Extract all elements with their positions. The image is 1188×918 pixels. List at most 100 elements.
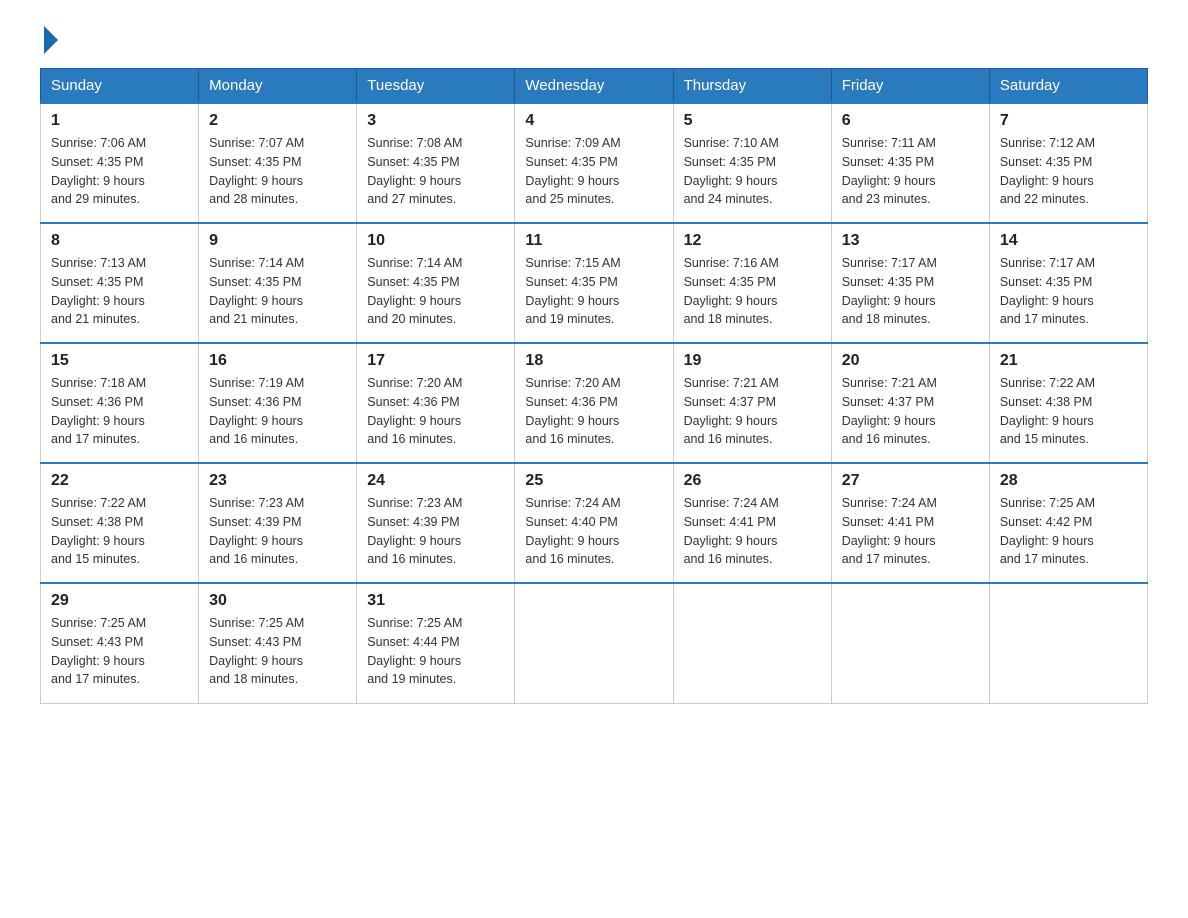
day-info: Sunrise: 7:24 AMSunset: 4:41 PMDaylight:…	[684, 494, 821, 569]
day-info: Sunrise: 7:22 AMSunset: 4:38 PMDaylight:…	[1000, 374, 1137, 449]
day-info: Sunrise: 7:20 AMSunset: 4:36 PMDaylight:…	[367, 374, 504, 449]
day-number: 10	[367, 232, 504, 250]
day-info: Sunrise: 7:22 AMSunset: 4:38 PMDaylight:…	[51, 494, 188, 569]
day-number: 23	[209, 472, 346, 490]
day-info: Sunrise: 7:09 AMSunset: 4:35 PMDaylight:…	[525, 134, 662, 209]
day-number: 21	[1000, 352, 1137, 370]
calendar-day-cell: 27 Sunrise: 7:24 AMSunset: 4:41 PMDayligh…	[831, 463, 989, 583]
calendar-day-cell: 23 Sunrise: 7:23 AMSunset: 4:39 PMDayligh…	[199, 463, 357, 583]
calendar-day-cell: 5Sunrise: 7:10 AMSunset: 4:35 PMDaylight…	[673, 103, 831, 223]
calendar-day-cell: 1 Sunrise: 7:06 AMSunset: 4:35 PMDaylight…	[41, 103, 199, 223]
day-info: Sunrise: 7:20 AMSunset: 4:36 PMDaylight:…	[525, 374, 662, 449]
day-info: Sunrise: 7:23 AMSunset: 4:39 PMDaylight:…	[367, 494, 504, 569]
day-number: 18	[525, 352, 662, 370]
page-header	[40, 30, 1148, 48]
day-number: 24	[367, 472, 504, 490]
calendar-weekday-tuesday: Tuesday	[357, 69, 515, 104]
calendar-week-row: 22 Sunrise: 7:22 AMSunset: 4:38 PMDayligh…	[41, 463, 1148, 583]
calendar-day-cell	[673, 583, 831, 703]
day-number: 16	[209, 352, 346, 370]
calendar-weekday-thursday: Thursday	[673, 69, 831, 104]
calendar-table: SundayMondayTuesdayWednesdayThursdayFrid…	[40, 68, 1148, 704]
calendar-day-cell: 4Sunrise: 7:09 AMSunset: 4:35 PMDaylight…	[515, 103, 673, 223]
day-info: Sunrise: 7:24 AMSunset: 4:40 PMDaylight:…	[525, 494, 662, 569]
day-info: Sunrise: 7:23 AMSunset: 4:39 PMDaylight:…	[209, 494, 346, 569]
calendar-day-cell: 7 Sunrise: 7:12 AMSunset: 4:35 PMDaylight…	[989, 103, 1147, 223]
calendar-day-cell: 8 Sunrise: 7:13 AMSunset: 4:35 PMDaylight…	[41, 223, 199, 343]
day-number: 26	[684, 472, 821, 490]
logo	[40, 30, 58, 48]
day-info: Sunrise: 7:25 AMSunset: 4:43 PMDaylight:…	[51, 614, 188, 689]
day-number: 30	[209, 592, 346, 610]
day-number: 7	[1000, 112, 1137, 130]
calendar-day-cell: 30 Sunrise: 7:25 AMSunset: 4:43 PMDayligh…	[199, 583, 357, 703]
calendar-weekday-wednesday: Wednesday	[515, 69, 673, 104]
calendar-day-cell: 12 Sunrise: 7:16 AMSunset: 4:35 PMDayligh…	[673, 223, 831, 343]
day-info: Sunrise: 7:17 AMSunset: 4:35 PMDaylight:…	[1000, 254, 1137, 329]
day-number: 27	[842, 472, 979, 490]
calendar-day-cell: 14 Sunrise: 7:17 AMSunset: 4:35 PMDayligh…	[989, 223, 1147, 343]
calendar-day-cell: 28 Sunrise: 7:25 AMSunset: 4:42 PMDayligh…	[989, 463, 1147, 583]
day-info: Sunrise: 7:25 AMSunset: 4:42 PMDaylight:…	[1000, 494, 1137, 569]
day-number: 20	[842, 352, 979, 370]
calendar-day-cell: 13 Sunrise: 7:17 AMSunset: 4:35 PMDayligh…	[831, 223, 989, 343]
calendar-day-cell: 25 Sunrise: 7:24 AMSunset: 4:40 PMDayligh…	[515, 463, 673, 583]
day-info: Sunrise: 7:18 AMSunset: 4:36 PMDaylight:…	[51, 374, 188, 449]
day-number: 29	[51, 592, 188, 610]
calendar-weekday-sunday: Sunday	[41, 69, 199, 104]
day-number: 19	[684, 352, 821, 370]
day-number: 8	[51, 232, 188, 250]
calendar-day-cell: 6 Sunrise: 7:11 AMSunset: 4:35 PMDaylight…	[831, 103, 989, 223]
day-info: Sunrise: 7:25 AMSunset: 4:44 PMDaylight:…	[367, 614, 504, 689]
calendar-weekday-friday: Friday	[831, 69, 989, 104]
calendar-day-cell: 26 Sunrise: 7:24 AMSunset: 4:41 PMDayligh…	[673, 463, 831, 583]
day-number: 12	[684, 232, 821, 250]
logo-triangle-icon	[44, 26, 58, 54]
calendar-body: 1 Sunrise: 7:06 AMSunset: 4:35 PMDaylight…	[41, 103, 1148, 703]
day-info: Sunrise: 7:12 AMSunset: 4:35 PMDaylight:…	[1000, 134, 1137, 209]
calendar-day-cell	[989, 583, 1147, 703]
calendar-weekday-monday: Monday	[199, 69, 357, 104]
calendar-day-cell: 3 Sunrise: 7:08 AMSunset: 4:35 PMDaylight…	[357, 103, 515, 223]
calendar-day-cell	[831, 583, 989, 703]
calendar-day-cell: 2Sunrise: 7:07 AMSunset: 4:35 PMDaylight…	[199, 103, 357, 223]
calendar-day-cell: 16 Sunrise: 7:19 AMSunset: 4:36 PMDayligh…	[199, 343, 357, 463]
day-info: Sunrise: 7:07 AMSunset: 4:35 PMDaylight:…	[209, 134, 346, 209]
day-number: 17	[367, 352, 504, 370]
calendar-day-cell: 24 Sunrise: 7:23 AMSunset: 4:39 PMDayligh…	[357, 463, 515, 583]
calendar-day-cell: 11Sunrise: 7:15 AMSunset: 4:35 PMDayligh…	[515, 223, 673, 343]
day-info: Sunrise: 7:25 AMSunset: 4:43 PMDaylight:…	[209, 614, 346, 689]
day-number: 13	[842, 232, 979, 250]
day-number: 5	[684, 112, 821, 130]
day-info: Sunrise: 7:19 AMSunset: 4:36 PMDaylight:…	[209, 374, 346, 449]
calendar-day-cell: 18 Sunrise: 7:20 AMSunset: 4:36 PMDayligh…	[515, 343, 673, 463]
day-number: 1	[51, 112, 188, 130]
calendar-day-cell: 22 Sunrise: 7:22 AMSunset: 4:38 PMDayligh…	[41, 463, 199, 583]
calendar-week-row: 15 Sunrise: 7:18 AMSunset: 4:36 PMDayligh…	[41, 343, 1148, 463]
day-number: 31	[367, 592, 504, 610]
day-info: Sunrise: 7:21 AMSunset: 4:37 PMDaylight:…	[842, 374, 979, 449]
calendar-day-cell	[515, 583, 673, 703]
calendar-header-row: SundayMondayTuesdayWednesdayThursdayFrid…	[41, 69, 1148, 104]
day-number: 14	[1000, 232, 1137, 250]
day-info: Sunrise: 7:17 AMSunset: 4:35 PMDaylight:…	[842, 254, 979, 329]
day-info: Sunrise: 7:24 AMSunset: 4:41 PMDaylight:…	[842, 494, 979, 569]
day-number: 22	[51, 472, 188, 490]
calendar-day-cell: 19Sunrise: 7:21 AMSunset: 4:37 PMDayligh…	[673, 343, 831, 463]
day-number: 25	[525, 472, 662, 490]
calendar-day-cell: 9 Sunrise: 7:14 AMSunset: 4:35 PMDaylight…	[199, 223, 357, 343]
calendar-day-cell: 15 Sunrise: 7:18 AMSunset: 4:36 PMDayligh…	[41, 343, 199, 463]
day-info: Sunrise: 7:06 AMSunset: 4:35 PMDaylight:…	[51, 134, 188, 209]
day-info: Sunrise: 7:13 AMSunset: 4:35 PMDaylight:…	[51, 254, 188, 329]
day-number: 3	[367, 112, 504, 130]
day-number: 28	[1000, 472, 1137, 490]
day-info: Sunrise: 7:11 AMSunset: 4:35 PMDaylight:…	[842, 134, 979, 209]
day-info: Sunrise: 7:16 AMSunset: 4:35 PMDaylight:…	[684, 254, 821, 329]
calendar-day-cell: 21 Sunrise: 7:22 AMSunset: 4:38 PMDayligh…	[989, 343, 1147, 463]
day-number: 11	[525, 232, 662, 250]
day-number: 6	[842, 112, 979, 130]
day-number: 15	[51, 352, 188, 370]
day-number: 9	[209, 232, 346, 250]
day-info: Sunrise: 7:08 AMSunset: 4:35 PMDaylight:…	[367, 134, 504, 209]
day-info: Sunrise: 7:14 AMSunset: 4:35 PMDaylight:…	[209, 254, 346, 329]
